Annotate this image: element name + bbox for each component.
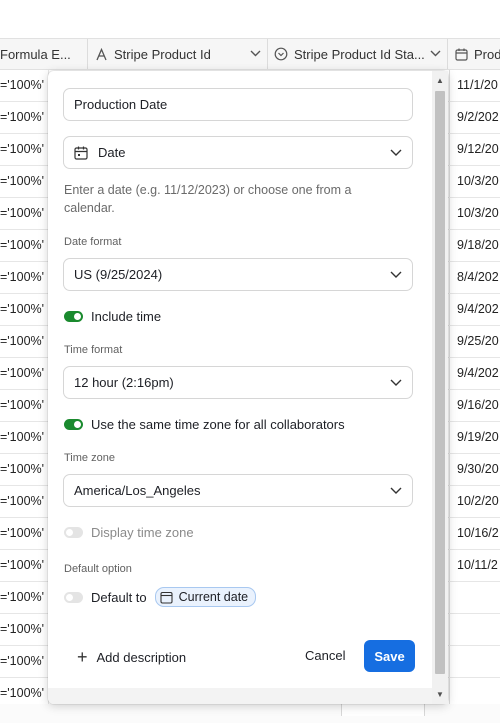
column-header-label: Formula E... — [0, 46, 71, 62]
formula-cell[interactable]: ='100%' — [0, 422, 49, 453]
production-date-cell[interactable]: 9/25/20 — [449, 326, 500, 357]
column-header-stripe-product-id-status[interactable]: Stripe Product Id Sta... — [268, 39, 448, 69]
time-format-value: 12 hour (2:16pm) — [74, 375, 174, 390]
time-zone-label: Time zone — [64, 452, 115, 464]
scrollbar-thumb[interactable] — [435, 91, 445, 674]
calendar-icon — [160, 591, 173, 604]
column-header-stripe-product-id[interactable]: Stripe Product Id — [88, 39, 268, 69]
include-time-toggle[interactable] — [64, 311, 83, 322]
display-time-zone-label: Display time zone — [91, 525, 194, 540]
column-header-label: Stripe Product Id Sta... — [294, 46, 425, 62]
field-name-input[interactable]: Production Date — [63, 88, 413, 121]
formula-cell[interactable]: ='100%' — [0, 390, 49, 421]
formula-cell[interactable]: ='100%' — [0, 646, 49, 677]
chevron-down-icon[interactable] — [246, 49, 261, 60]
production-date-cell[interactable]: 11/1/20 — [449, 70, 500, 101]
scroll-up-arrow-icon[interactable]: ▲ — [434, 75, 446, 85]
time-zone-select[interactable]: America/Los_Angeles — [63, 474, 413, 507]
date-format-value: US (9/25/2024) — [74, 267, 163, 282]
current-date-chip[interactable]: Current date — [154, 587, 257, 607]
chevron-down-icon — [390, 485, 402, 497]
formula-cell[interactable]: ='100%' — [0, 486, 49, 517]
default-to-toggle[interactable] — [64, 591, 83, 603]
formula-cell[interactable]: ='100%' — [0, 550, 49, 581]
production-date-cell[interactable]: 9/12/20 — [449, 134, 500, 165]
column-header-label: Prod — [474, 46, 500, 62]
production-date-cell[interactable]: 9/16/20 — [449, 390, 500, 421]
formula-cell[interactable]: ='100%' — [0, 326, 49, 357]
formula-cell[interactable]: ='100%' — [0, 294, 49, 325]
production-date-cell[interactable]: 10/2/20 — [449, 486, 500, 517]
production-date-cell[interactable]: 9/2/202 — [449, 102, 500, 133]
production-date-cell[interactable] — [449, 614, 500, 645]
formula-cell[interactable]: ='100%' — [0, 198, 49, 229]
chevron-down-icon — [390, 377, 402, 389]
date-format-label: Date format — [64, 236, 122, 248]
time-format-label: Time format — [64, 344, 123, 356]
text-field-icon — [94, 47, 108, 61]
formula-cell[interactable]: ='100%' — [0, 134, 49, 165]
column-header-production-date[interactable]: Prod — [448, 39, 500, 69]
production-date-cell[interactable]: 9/18/20 — [449, 230, 500, 261]
formula-cell[interactable]: ='100%' — [0, 454, 49, 485]
display-time-zone-toggle[interactable] — [64, 527, 83, 538]
include-time-row[interactable]: Include time — [64, 309, 161, 324]
field-editor-dialog: Production Date Date Enter a date (e.g. … — [48, 71, 448, 704]
formula-cell[interactable]: ='100%' — [0, 70, 49, 101]
formula-cell[interactable]: ='100%' — [0, 230, 49, 261]
column-header-formula[interactable]: Formula E... — [0, 39, 88, 69]
display-time-zone-row[interactable]: Display time zone — [64, 525, 194, 540]
same-time-zone-row[interactable]: Use the same time zone for all collabora… — [64, 417, 345, 432]
chevron-down-icon[interactable] — [426, 49, 441, 60]
formula-cell[interactable]: ='100%' — [0, 166, 49, 197]
current-date-label: Current date — [178, 590, 249, 604]
chevron-down-icon — [390, 147, 402, 159]
production-date-cell[interactable]: 9/4/202 — [449, 294, 500, 325]
dialog-bottom-bar — [48, 688, 448, 704]
grid-header: Formula E... Stripe Product Id Stripe Pr… — [0, 38, 500, 70]
field-type-select[interactable]: Date — [63, 136, 413, 169]
default-to-row[interactable]: Default to Current date — [64, 587, 257, 607]
calendar-icon — [74, 146, 88, 160]
add-description-label: Add description — [96, 649, 187, 665]
same-time-zone-label: Use the same time zone for all collabora… — [91, 417, 345, 432]
formula-cell[interactable]: ='100%' — [0, 582, 49, 613]
formula-cell[interactable]: ='100%' — [0, 102, 49, 133]
production-date-cell[interactable]: 8/4/202 — [449, 262, 500, 293]
date-format-select[interactable]: US (9/25/2024) — [63, 258, 413, 291]
production-date-cell[interactable]: 10/16/2 — [449, 518, 500, 549]
save-button[interactable]: Save — [364, 640, 415, 672]
include-time-label: Include time — [91, 309, 162, 324]
formula-cell[interactable]: ='100%' — [0, 262, 49, 293]
chevron-down-icon — [390, 269, 402, 281]
production-date-cell[interactable]: 9/4/202 — [449, 358, 500, 389]
production-date-cell[interactable]: 9/30/20 — [449, 454, 500, 485]
status-icon — [274, 47, 288, 61]
field-name-value: Production Date — [74, 97, 168, 112]
production-date-cell[interactable]: 10/3/20 — [449, 166, 500, 197]
same-time-zone-toggle[interactable] — [64, 419, 83, 430]
formula-cell[interactable]: ='100%' — [0, 518, 49, 549]
default-option-label: Default option — [64, 563, 132, 575]
scroll-down-arrow-icon[interactable]: ▼ — [434, 689, 446, 699]
cancel-button[interactable]: Cancel — [305, 648, 345, 663]
production-date-cell[interactable]: 10/11/2 — [449, 550, 500, 581]
field-type-hint: Enter a date (e.g. 11/12/2023) or choose… — [64, 183, 352, 215]
production-date-cell[interactable] — [449, 646, 500, 677]
field-type-label: Date — [98, 145, 126, 160]
calendar-icon — [454, 47, 468, 61]
production-date-cell[interactable]: 9/19/20 — [449, 422, 500, 453]
time-zone-value: America/Los_Angeles — [74, 483, 201, 498]
production-date-cell[interactable] — [449, 582, 500, 613]
production-date-cell[interactable]: 10/3/20 — [449, 198, 500, 229]
time-format-select[interactable]: 12 hour (2:16pm) — [63, 366, 413, 399]
default-to-label: Default to — [91, 589, 147, 605]
column-header-label: Stripe Product Id — [114, 46, 211, 62]
add-description-button[interactable]: + Add description — [77, 648, 186, 666]
formula-cell[interactable]: ='100%' — [0, 614, 49, 645]
formula-cell[interactable]: ='100%' — [0, 358, 49, 389]
top-strip — [0, 0, 500, 38]
bottom-strip — [0, 704, 500, 723]
plus-icon: + — [77, 647, 88, 667]
